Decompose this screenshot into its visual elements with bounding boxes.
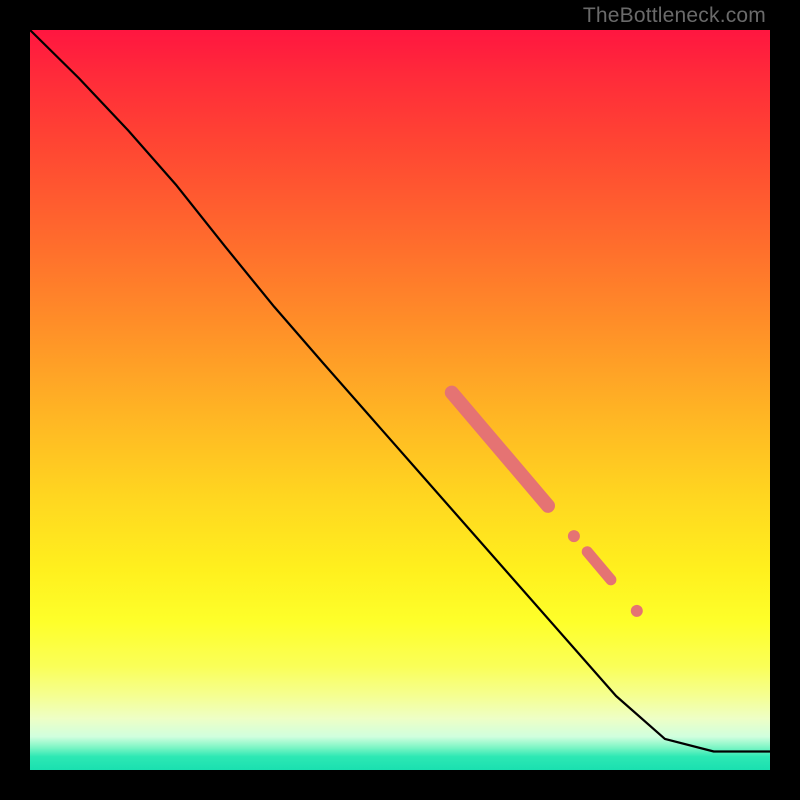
watermark-text: TheBottleneck.com (583, 4, 766, 28)
chart-plot-area (30, 30, 770, 770)
chart-svg (30, 30, 770, 770)
highlight-segment (587, 552, 611, 580)
highlight-segment (452, 393, 548, 506)
series-line (30, 30, 770, 752)
highlight-dot (631, 605, 643, 617)
highlight-dot (568, 530, 580, 542)
